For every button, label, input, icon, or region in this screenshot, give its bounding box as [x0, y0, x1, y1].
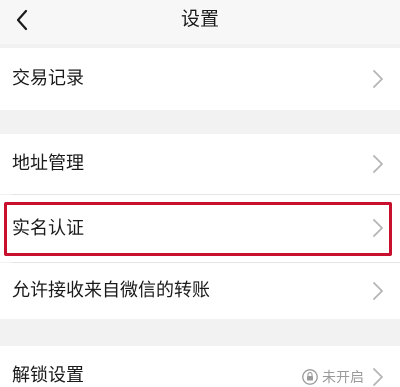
row-label: 解锁设置: [12, 365, 84, 386]
chevron-right-icon: [373, 368, 383, 386]
settings-row-real-name-verification[interactable]: 实名认证: [0, 195, 400, 262]
chevron-right-icon: [373, 219, 383, 237]
page-title: 设置: [180, 8, 219, 30]
chevron-right-icon: [373, 70, 383, 88]
settings-row-transaction-records[interactable]: 交易记录: [0, 48, 400, 110]
settings-screen: 设置 交易记录 地址管理 实名认证 允许接收来自微信的转账 解锁设置 未开启: [0, 0, 400, 387]
navigation-bar: 设置: [0, 0, 400, 44]
lock-icon: [302, 369, 318, 385]
row-label: 允许接收来自微信的转账: [12, 280, 210, 301]
settings-row-allow-wechat-transfer[interactable]: 允许接收来自微信的转账: [0, 263, 400, 319]
row-label: 地址管理: [12, 153, 84, 174]
chevron-right-icon: [373, 155, 383, 173]
chevron-right-icon: [373, 282, 383, 300]
unlock-status: 未开启: [302, 367, 364, 387]
settings-row-unlock-settings[interactable]: 解锁设置 未开启: [0, 346, 400, 387]
unlock-status-text: 未开启: [322, 370, 364, 386]
row-label: 交易记录: [12, 68, 84, 89]
settings-row-address-management[interactable]: 地址管理: [0, 134, 400, 194]
row-label: 实名认证: [12, 218, 84, 239]
